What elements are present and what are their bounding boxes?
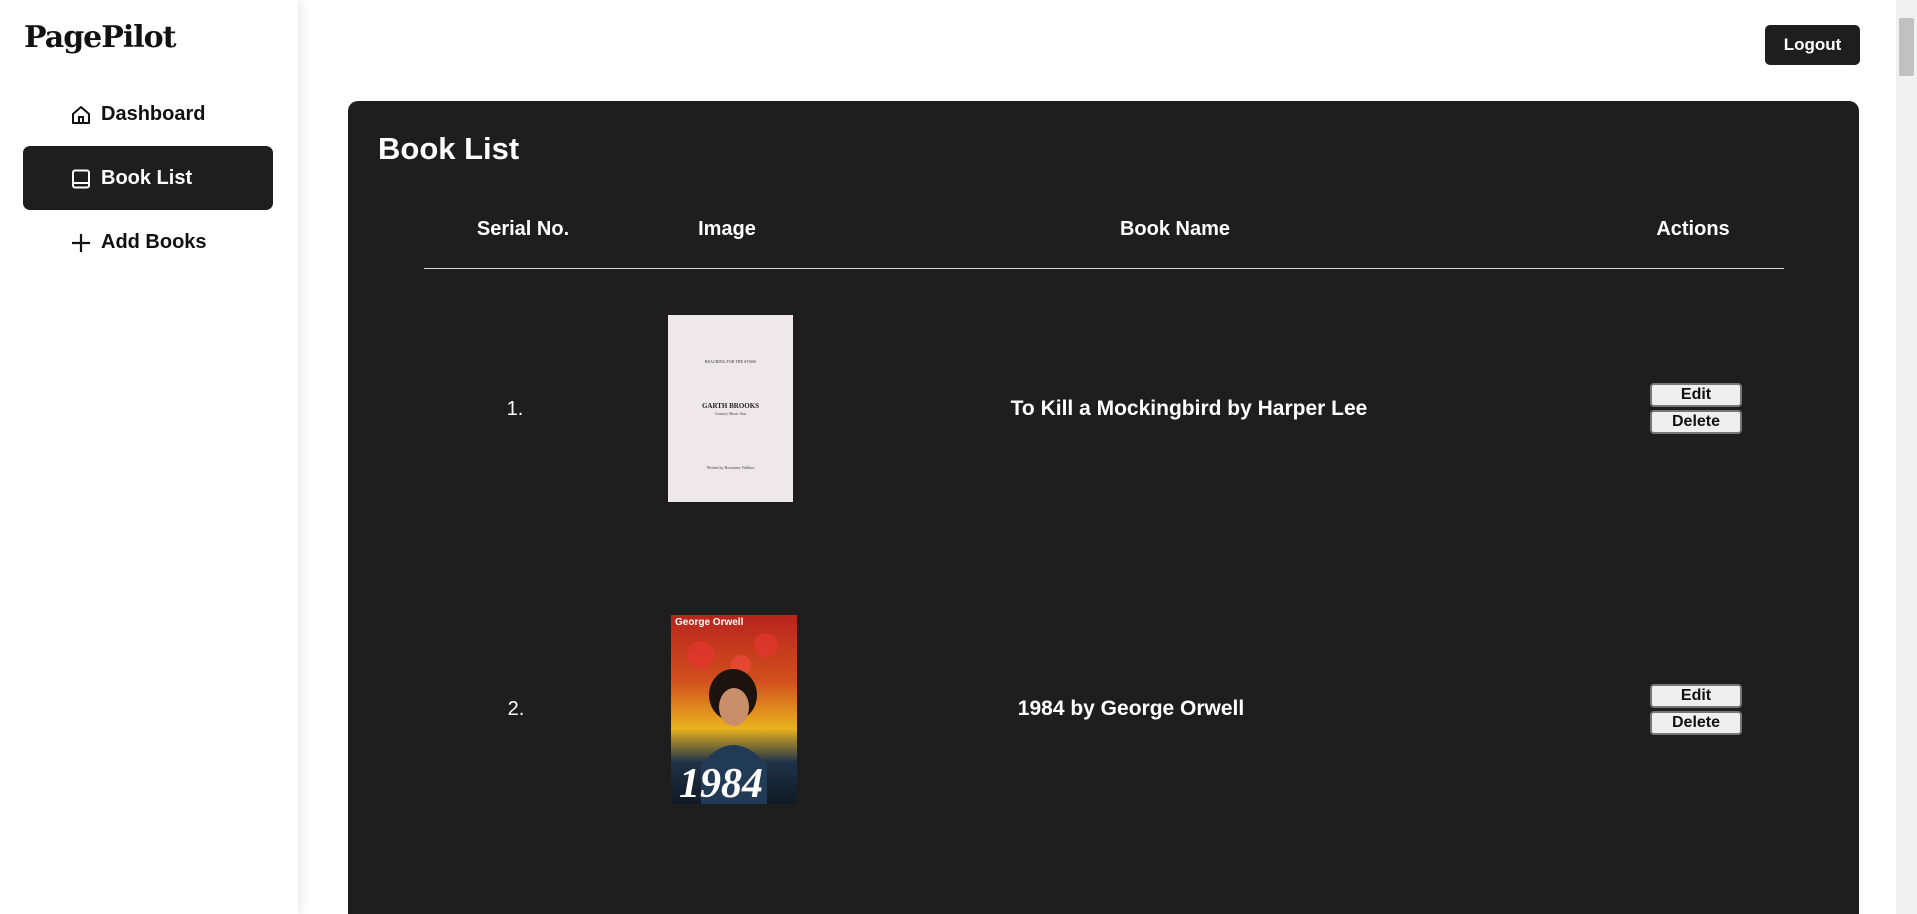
sidebar-item-book-list[interactable]: Book List bbox=[23, 146, 273, 210]
cover-bottom-text: Written by Rosemary Wallner bbox=[706, 465, 755, 470]
page-title: Book List bbox=[378, 131, 520, 166]
sidebar-item-label: Dashboard bbox=[101, 102, 206, 125]
column-header-serial: Serial No. bbox=[476, 218, 570, 240]
logout-button[interactable]: Logout bbox=[1765, 25, 1860, 65]
brand-logo[interactable]: PagePilot bbox=[24, 20, 176, 55]
serial-number: 1. bbox=[506, 398, 524, 420]
cover-title: 1984 bbox=[679, 761, 763, 804]
sidebar-item-add-books[interactable]: Add Books bbox=[23, 210, 273, 274]
edit-button[interactable]: Edit bbox=[1650, 684, 1742, 708]
column-header-actions: Actions bbox=[1656, 218, 1730, 240]
column-header-book-name: Book Name bbox=[1119, 218, 1231, 240]
book-list-panel: Book List Serial No. Image Book Name Act… bbox=[348, 101, 1859, 914]
plus-icon bbox=[70, 232, 92, 254]
delete-button[interactable]: Delete bbox=[1650, 410, 1742, 434]
sidebar: PagePilot Dashboard Book List Add Books bbox=[0, 0, 298, 914]
cover-author: George Orwell bbox=[675, 617, 744, 628]
cover-top-text: REACHING FOR THE STARS bbox=[704, 359, 757, 364]
sidebar-item-label: Add Books bbox=[101, 230, 207, 253]
cover-subtitle: Country Music Star bbox=[714, 411, 747, 416]
book-icon bbox=[70, 168, 92, 190]
book-name: To Kill a Mockingbird by Harper Lee bbox=[1010, 397, 1368, 420]
serial-number: 2. bbox=[507, 698, 525, 720]
column-header-image: Image bbox=[698, 218, 756, 240]
header-divider bbox=[424, 268, 1784, 269]
book-name: 1984 by George Orwell bbox=[1017, 697, 1245, 720]
scrollbar-thumb[interactable] bbox=[1899, 18, 1914, 76]
sidebar-item-dashboard[interactable]: Dashboard bbox=[23, 82, 273, 146]
scrollbar-track[interactable] bbox=[1896, 0, 1917, 914]
home-icon bbox=[70, 104, 92, 126]
delete-button[interactable]: Delete bbox=[1650, 711, 1742, 735]
book-cover-image[interactable]: George Orwell 1984 bbox=[671, 615, 797, 804]
book-cover-image[interactable]: REACHING FOR THE STARS GARTH BROOKS Coun… bbox=[668, 315, 793, 502]
cover-title: GARTH BROOKS bbox=[701, 402, 760, 410]
edit-button[interactable]: Edit bbox=[1650, 383, 1742, 407]
sidebar-item-label: Book List bbox=[101, 166, 193, 189]
